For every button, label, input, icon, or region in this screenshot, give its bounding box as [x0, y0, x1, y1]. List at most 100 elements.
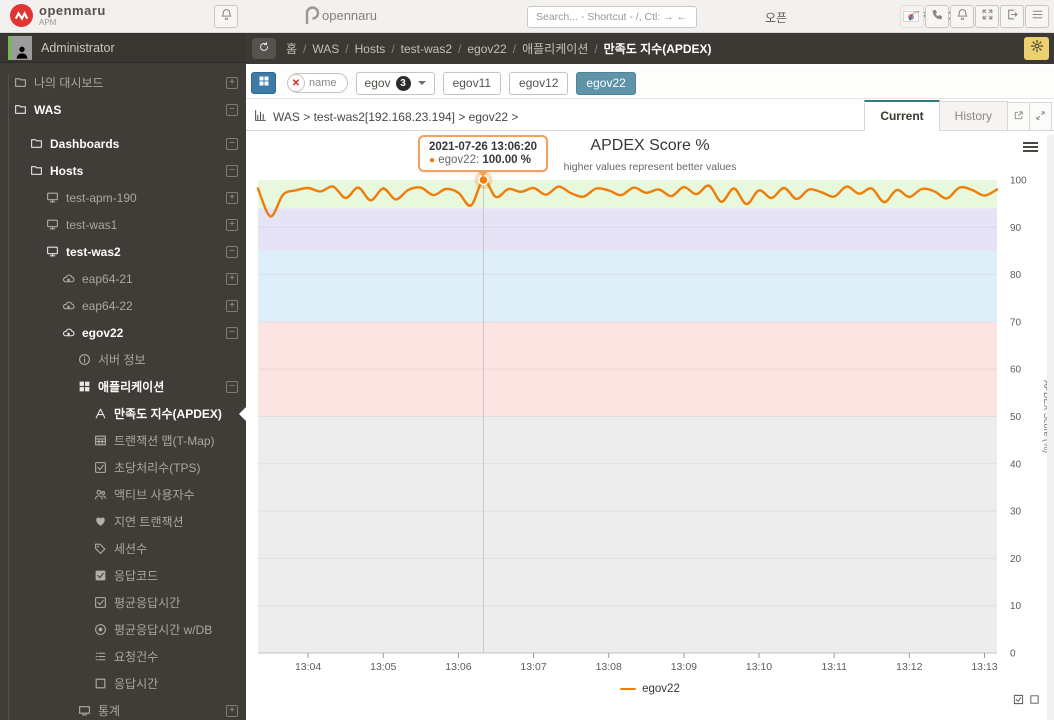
sidebar-item-hosts[interactable]: Hosts − [0, 157, 246, 184]
collapse-icon[interactable]: − [226, 380, 238, 393]
refresh-button[interactable] [252, 38, 276, 59]
breadcrumb-item[interactable]: 애플리케이션 [522, 40, 588, 57]
expand-icon[interactable]: + [226, 272, 238, 285]
remove-filter-icon[interactable]: ✕ [287, 74, 305, 92]
expand-icon[interactable]: + [226, 299, 238, 312]
sidebar-item-세션수[interactable]: 세션수 [0, 535, 246, 562]
chevron-down-icon [417, 81, 426, 85]
svg-text:80: 80 [1010, 270, 1022, 281]
breadcrumb-item[interactable]: Hosts [355, 42, 386, 56]
sidebar-item-eap64-22[interactable]: eap64-22 + [0, 292, 246, 319]
breadcrumb-item[interactable]: WAS [312, 42, 339, 56]
svg-text:20: 20 [1010, 554, 1022, 565]
collapse-icon[interactable]: − [226, 326, 238, 339]
signout-icon [1006, 8, 1019, 26]
sidebar-item-지연-트랜잭션[interactable]: 지연 트랜잭션 [0, 508, 246, 535]
sidebar-item-label: eap64-22 [82, 298, 133, 313]
breadcrumb-separator: / [512, 41, 517, 56]
sidebar-item-응답코드[interactable]: 응답코드 [0, 562, 246, 589]
chat-button[interactable] [900, 5, 927, 29]
sidebar-item-test-was2[interactable]: test-was2 − [0, 238, 246, 265]
filter-tag-name[interactable]: ✕ name [287, 73, 348, 93]
sidebar-item-평균응답시간-w-db[interactable]: 평균응답시간 w/DB [0, 616, 246, 643]
notifications-button[interactable] [214, 5, 238, 28]
sidebar-item-초당처리수-tps-[interactable]: 초당처리수(TPS) [0, 454, 246, 481]
user-profile[interactable]: Administrator [0, 33, 246, 63]
sidebar-item-트랜잭션-맵-t-map-[interactable]: 트랜잭션 맵(T-Map) [0, 427, 246, 454]
panel-path: WAS > test-was2[192.168.23.194] > egov22… [254, 109, 518, 125]
filter-chip-egov11[interactable]: egov11 [442, 71, 502, 95]
list-icon [94, 650, 107, 663]
open-menu-link[interactable]: 오픈 [765, 9, 787, 26]
resize-button[interactable] [1029, 102, 1052, 131]
breadcrumb-separator: / [345, 41, 349, 56]
svg-text:70: 70 [1010, 317, 1022, 328]
filter-chip-egov12[interactable]: egov12 [509, 71, 569, 95]
sidebar-item-eap64-21[interactable]: eap64-21 + [0, 265, 246, 292]
logout-button[interactable] [1000, 5, 1024, 28]
collapse-icon[interactable]: − [226, 103, 238, 116]
tab-current[interactable]: Current [864, 100, 940, 131]
settings-button[interactable] [1024, 37, 1049, 60]
sidebar-item-나의-대시보드[interactable]: 나의 대시보드 + [0, 69, 246, 96]
empty-box-icon[interactable] [1029, 692, 1040, 710]
layout-grid-button[interactable] [251, 72, 276, 94]
sidebar-item-평균응답시간[interactable]: 평균응답시간 [0, 589, 246, 616]
fullscreen-button[interactable] [975, 5, 999, 28]
legend-line-icon [620, 688, 637, 690]
scrollbar[interactable] [1047, 135, 1054, 720]
group-dropdown[interactable]: egov 3 [355, 71, 435, 95]
apdex-icon [94, 407, 107, 420]
sidebar-item-label: eap64-21 [82, 271, 133, 286]
sidebar-item-통계[interactable]: 통계 + [0, 697, 246, 720]
apdex-chart-plot[interactable]: 13:04 13:05 13:06 13:07 13:08 13:09 13:10 13:11… [246, 131, 1054, 720]
users-icon [94, 488, 107, 501]
sidebar-item-egov22[interactable]: egov22 − [0, 319, 246, 346]
sidebar-item-test-apm-190[interactable]: test-apm-190 + [0, 184, 246, 211]
sidebar-item-서버-정보[interactable]: 서버 정보 [0, 346, 246, 373]
sidebar-item-label: 지연 트랜잭션 [114, 515, 184, 529]
check-icon [94, 461, 107, 474]
sidebar-item-label: 평균응답시간 [114, 596, 181, 610]
sidebar-item-dashboards[interactable]: Dashboards − [0, 130, 246, 157]
collapse-icon[interactable]: − [226, 164, 238, 177]
tooltip-series: egov22: [438, 154, 480, 166]
sidebar-item-test-was1[interactable]: test-was1 + [0, 211, 246, 238]
sidebar-item-응답시간[interactable]: 응답시간 [0, 670, 246, 697]
breadcrumb-item[interactable]: egov22 [467, 42, 506, 56]
checked-box-icon[interactable] [1013, 692, 1024, 710]
navigation-tree: 나의 대시보드 + WAS − Dashboards − Hosts − test-apm-19… [0, 64, 246, 720]
svg-text:13:08: 13:08 [596, 661, 622, 673]
filter-chip-egov22[interactable]: egov22 [576, 71, 636, 95]
sidebar-item-label: 애플리케이션 [98, 380, 165, 394]
call-button[interactable] [925, 5, 949, 28]
panel-tabs: Current History [864, 100, 1052, 131]
expand-icon[interactable]: + [226, 191, 238, 204]
breadcrumb-item[interactable]: 만족도 지수(APDEX) [604, 40, 712, 57]
sidebar-item-액티브-사용자수[interactable]: 액티브 사용자수 [0, 481, 246, 508]
menu-button[interactable] [1025, 5, 1049, 28]
collapse-icon[interactable]: − [226, 245, 238, 258]
chart-area: APDEX Score % higher values represent be… [246, 131, 1054, 720]
breadcrumb-item[interactable]: 홈 [286, 40, 297, 57]
grid-icon [258, 74, 270, 92]
expand-icon[interactable]: + [226, 704, 238, 717]
open-new-window-button[interactable] [1007, 102, 1030, 131]
sidebar-item-만족도-지수-apdex-[interactable]: 만족도 지수(APDEX) [0, 400, 246, 427]
cloud-icon [62, 299, 75, 312]
sidebar-item-label: 요청건수 [114, 650, 159, 664]
external-link-icon [1013, 108, 1024, 126]
sidebar-item-요청건수[interactable]: 요청건수 [0, 643, 246, 670]
alerts-button[interactable] [950, 5, 974, 28]
collapse-icon[interactable]: − [226, 137, 238, 150]
tab-history[interactable]: History [938, 101, 1008, 131]
breadcrumb-item[interactable]: test-was2 [401, 42, 452, 56]
breadcrumb-separator: / [303, 41, 307, 56]
chart-legend[interactable]: egov22 [246, 683, 1054, 695]
filter-tag-label: name [309, 77, 337, 89]
search-input[interactable] [527, 6, 697, 28]
expand-icon[interactable]: + [226, 218, 238, 231]
sidebar-item-was[interactable]: WAS − [0, 96, 246, 123]
expand-icon[interactable]: + [226, 76, 238, 89]
sidebar-item-애플리케이션[interactable]: 애플리케이션 − [0, 373, 246, 400]
